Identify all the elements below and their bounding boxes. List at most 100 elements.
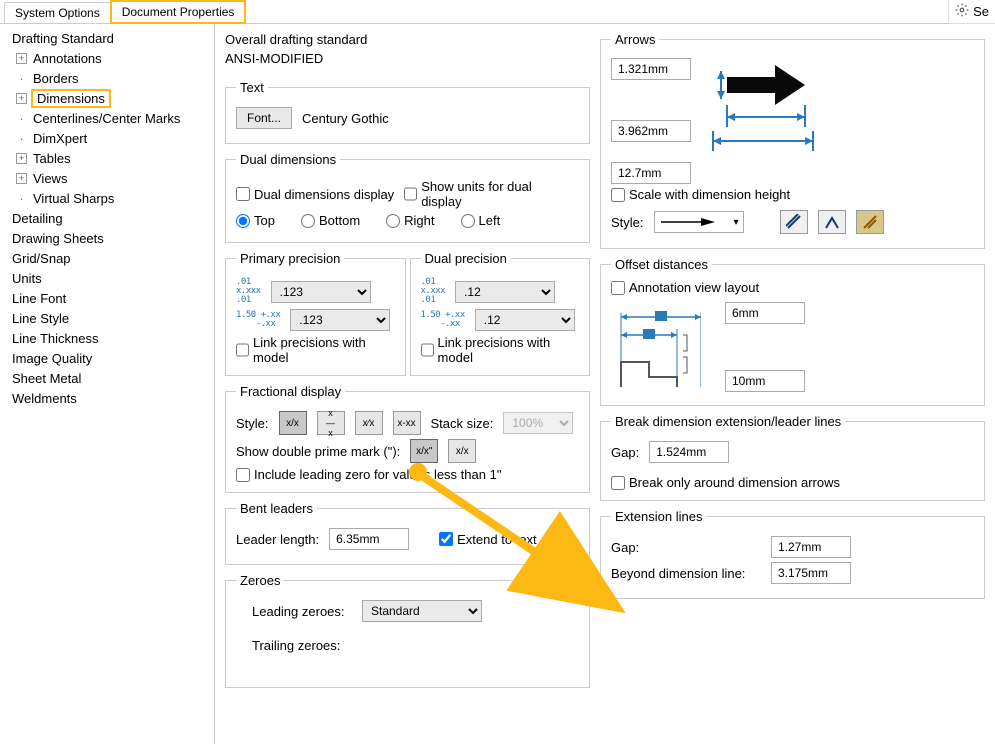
show-units-checkbox[interactable]: Show units for dual display <box>404 179 544 209</box>
annotation-view-layout-checkbox[interactable]: Annotation view layout <box>611 280 974 295</box>
overall-label: Overall drafting standard <box>225 32 590 47</box>
tree-image-quality[interactable]: Image Quality <box>0 348 214 368</box>
prime-off[interactable]: x/x <box>448 439 476 463</box>
ext-beyond-input[interactable] <box>771 562 851 584</box>
radio-bottom[interactable]: Bottom <box>301 213 360 228</box>
break-dimension-group: Break dimension extension/leader lines G… <box>600 414 985 501</box>
radio-right[interactable]: Right <box>386 213 434 228</box>
frac-style-diagonal[interactable]: x⁄x <box>355 411 383 435</box>
search-box[interactable]: Se <box>948 0 995 24</box>
offset-2-input[interactable] <box>725 370 805 392</box>
tree-annotations[interactable]: +Annotations <box>0 48 214 68</box>
gear-icon <box>955 3 969 20</box>
offset-1-input[interactable] <box>725 302 805 324</box>
offset-legend: Offset distances <box>611 257 712 272</box>
scale-with-dim-height-checkbox[interactable]: Scale with dimension height <box>611 187 974 202</box>
tree-dimensions[interactable]: +Dimensions <box>0 88 214 108</box>
leading-zeroes-select[interactable]: Standard <box>362 600 482 622</box>
font-name: Century Gothic <box>302 111 389 126</box>
arrow-attach-2[interactable] <box>818 210 846 234</box>
radio-top[interactable]: Top <box>236 213 275 228</box>
arrow-size-2[interactable] <box>611 120 691 142</box>
frac-style-text[interactable]: x-xx <box>393 411 421 435</box>
link-precisions-primary[interactable]: Link precisions with model <box>236 335 395 365</box>
bent-leaders-group: Bent leaders Leader length: Extend to te… <box>225 501 590 565</box>
leader-length-input[interactable] <box>329 528 409 550</box>
overall-value: ANSI-MODIFIED <box>225 51 590 66</box>
fractional-style-label: Style: <box>236 416 269 431</box>
dual-precision-group: Dual precision .01x.xxx.01 .12 1.50 +.xx … <box>410 251 591 376</box>
arrow-size-1[interactable] <box>611 58 691 80</box>
bent-leaders-legend: Bent leaders <box>236 501 317 516</box>
tree-centerlines[interactable]: Centerlines/Center Marks <box>0 108 214 128</box>
precision-icon: .01x.xxx.01 <box>421 278 446 305</box>
arrow-diagram <box>707 55 817 155</box>
dual-precision-legend: Dual precision <box>421 251 511 266</box>
arrow-size-3[interactable] <box>611 162 691 184</box>
break-gap-label: Gap: <box>611 445 639 460</box>
overall-drafting-standard: Overall drafting standard ANSI-MODIFIED <box>225 32 590 66</box>
font-button[interactable]: Font... <box>236 107 292 129</box>
tree-borders[interactable]: Borders <box>0 68 214 88</box>
primary-precision-1[interactable]: .123 <box>271 281 371 303</box>
tree-views[interactable]: +Views <box>0 168 214 188</box>
arrows-legend: Arrows <box>611 32 659 47</box>
tree-tables[interactable]: +Tables <box>0 148 214 168</box>
break-dim-legend: Break dimension extension/leader lines <box>611 414 845 429</box>
stack-size-select[interactable]: 100% <box>503 412 573 434</box>
ext-lines-legend: Extension lines <box>611 509 706 524</box>
tree-units[interactable]: Units <box>0 268 214 288</box>
dual-dimensions-display-checkbox[interactable]: Dual dimensions display <box>236 187 394 202</box>
tab-document-properties[interactable]: Document Properties <box>110 0 247 24</box>
tab-bar: System Options Document Properties <box>0 0 995 24</box>
ext-gap-label: Gap: <box>611 540 761 555</box>
link-precisions-dual[interactable]: Link precisions with model <box>421 335 580 365</box>
include-leading-zero-checkbox[interactable]: Include leading zero for values less tha… <box>236 467 579 482</box>
dual-dimensions-group: Dual dimensions Dual dimensions display … <box>225 152 590 243</box>
fractional-display-group: Fractional display Style: x/x x—x x⁄x x-… <box>225 384 590 493</box>
tree-drawing-sheets[interactable]: Drawing Sheets <box>0 228 214 248</box>
leading-zeroes-label: Leading zeroes: <box>252 604 352 619</box>
arrows-group: Arrows <box>600 32 985 249</box>
arrow-style-label: Style: <box>611 215 644 230</box>
arrow-attach-1[interactable] <box>780 210 808 234</box>
tree-dimxpert[interactable]: DimXpert <box>0 128 214 148</box>
text-legend: Text <box>236 80 268 95</box>
primary-precision-2[interactable]: .123 <box>290 309 390 331</box>
sidebar-tree: Drafting Standard +Annotations Borders +… <box>0 24 215 744</box>
tree-virtual-sharps[interactable]: Virtual Sharps <box>0 188 214 208</box>
offset-distances-group: Offset distances Annotation view layout <box>600 257 985 406</box>
zeroes-group: Zeroes Leading zeroes: Standard Trailing… <box>225 573 590 688</box>
tree-line-font[interactable]: Line Font <box>0 288 214 308</box>
text-group: Text Font... Century Gothic <box>225 80 590 144</box>
tree-grid-snap[interactable]: Grid/Snap <box>0 248 214 268</box>
search-label: Se <box>973 4 989 19</box>
break-gap-input[interactable] <box>649 441 729 463</box>
tab-system-options[interactable]: System Options <box>4 2 111 23</box>
dual-precision-1[interactable]: .12 <box>455 281 555 303</box>
trailing-zeroes-label: Trailing zeroes: <box>252 638 352 653</box>
tree-drafting-standard[interactable]: Drafting Standard <box>0 28 214 48</box>
arrow-style-select[interactable]: ▾ <box>654 211 744 233</box>
tree-line-thickness[interactable]: Line Thickness <box>0 328 214 348</box>
dual-dim-legend: Dual dimensions <box>236 152 340 167</box>
frac-style-horizontal[interactable]: x—x <box>317 411 345 435</box>
radio-left[interactable]: Left <box>461 213 501 228</box>
extension-lines-group: Extension lines Gap: Beyond dimension li… <box>600 509 985 599</box>
prime-on[interactable]: x/x" <box>410 439 438 463</box>
prime-label: Show double prime mark ("): <box>236 444 400 459</box>
ext-gap-input[interactable] <box>771 536 851 558</box>
tree-sheet-metal[interactable]: Sheet Metal <box>0 368 214 388</box>
frac-style-stacked[interactable]: x/x <box>279 411 307 435</box>
tree-weldments[interactable]: Weldments <box>0 388 214 408</box>
tree-detailing[interactable]: Detailing <box>0 208 214 228</box>
tree-line-style[interactable]: Line Style <box>0 308 214 328</box>
fractional-legend: Fractional display <box>236 384 345 399</box>
stack-size-label: Stack size: <box>431 416 494 431</box>
break-only-around-arrows-checkbox[interactable]: Break only around dimension arrows <box>611 475 974 490</box>
dual-precision-2[interactable]: .12 <box>475 309 575 331</box>
primary-precision-group: Primary precision .01x.xxx.01.123 1.50 +… <box>225 251 406 376</box>
arrow-attach-3[interactable] <box>856 210 884 234</box>
extend-to-text-checkbox[interactable]: Extend to text <box>439 532 537 547</box>
tolerance-icon: 1.50 +.xx -.xx <box>421 311 465 329</box>
